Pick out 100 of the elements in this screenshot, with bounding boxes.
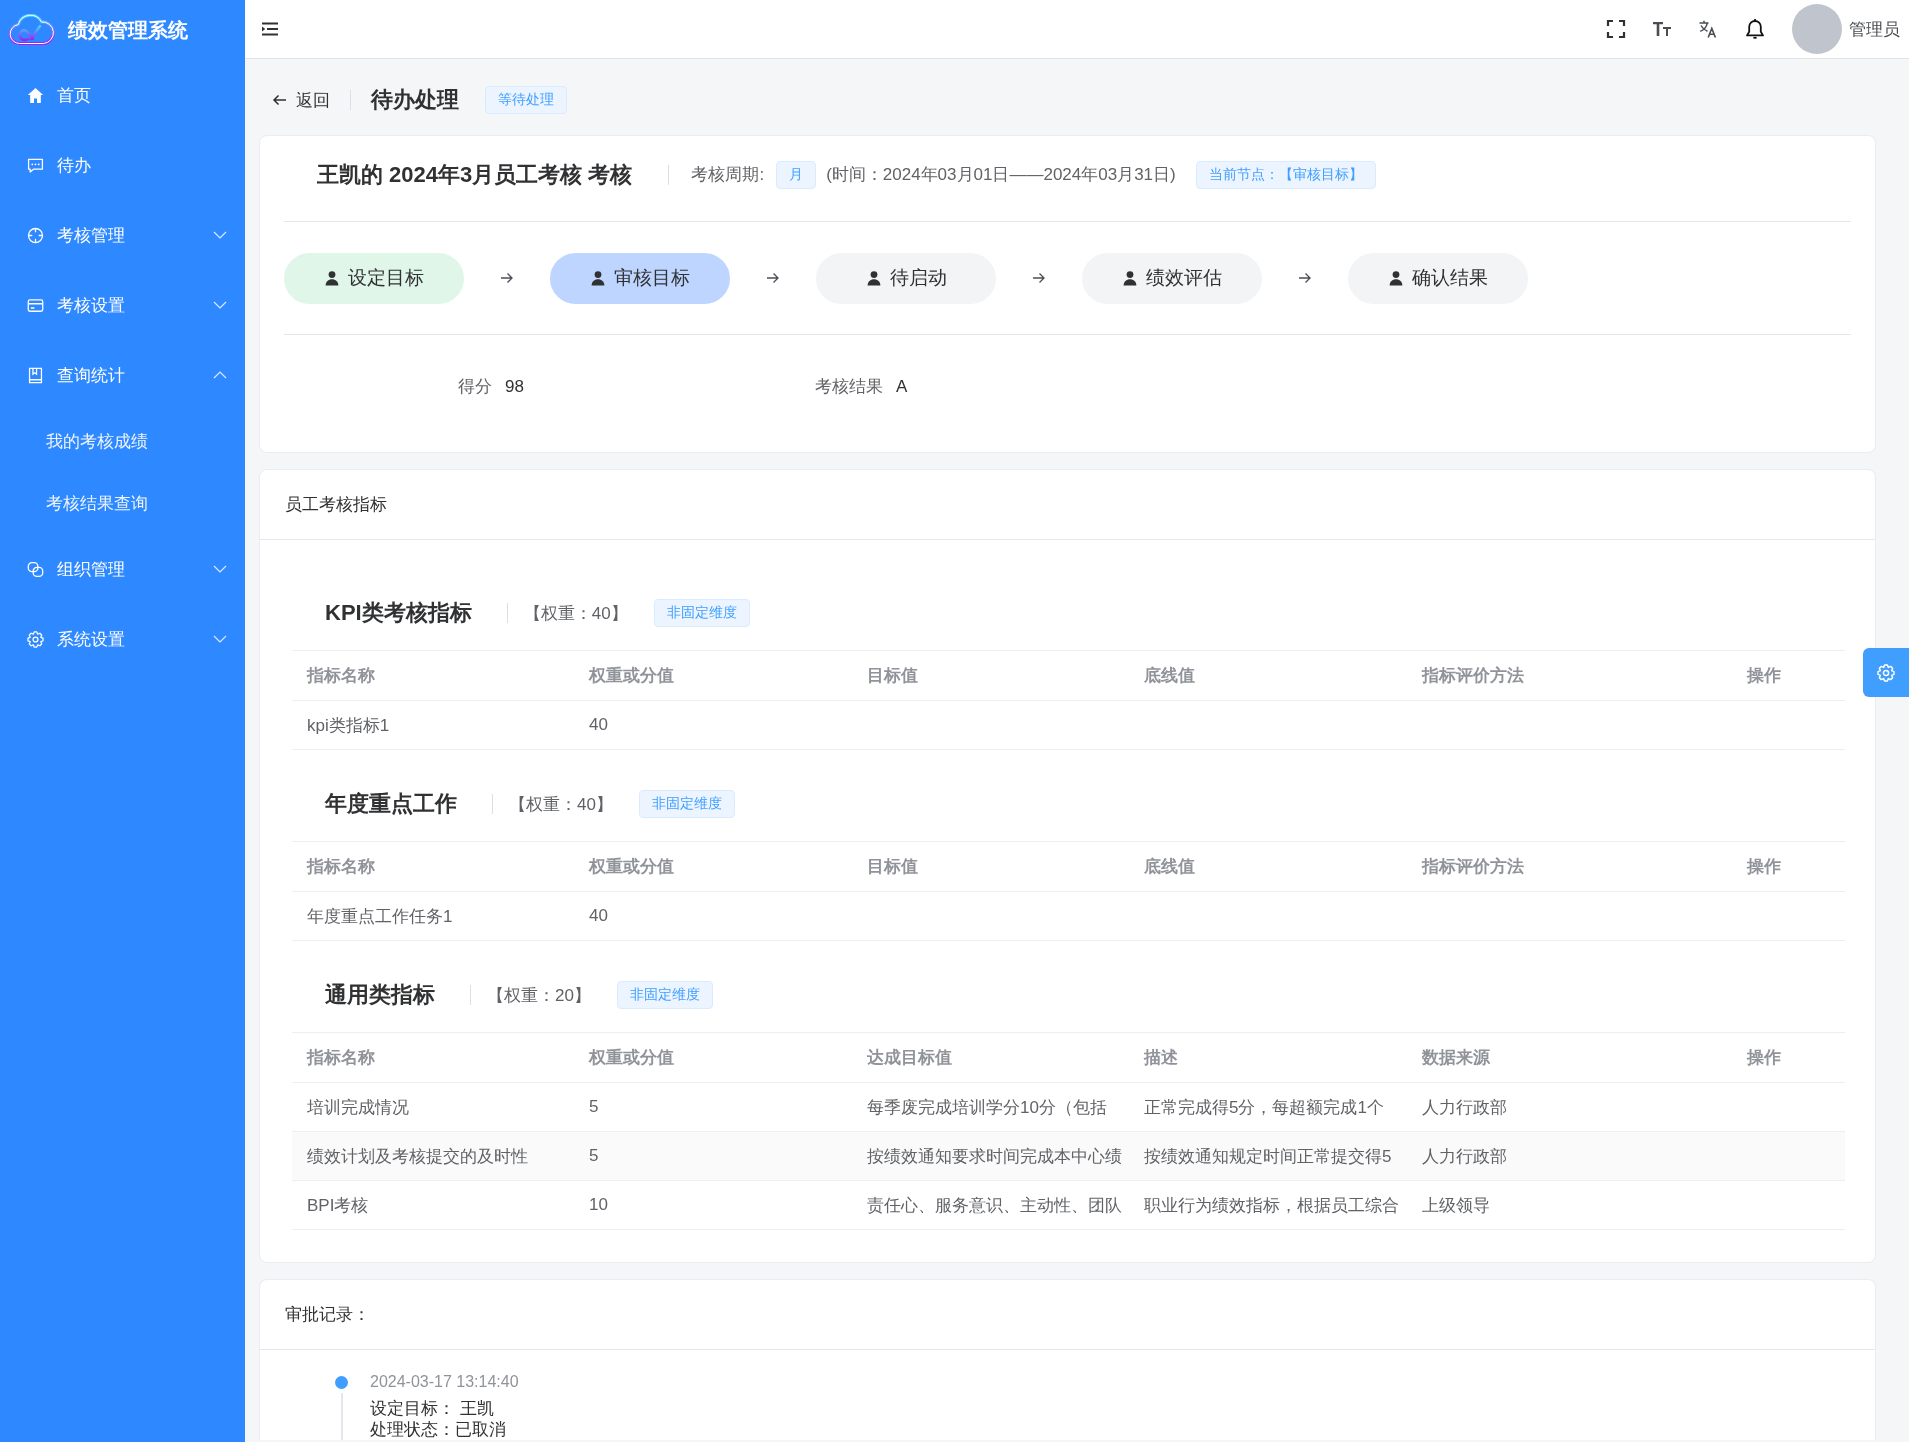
- card-title: 员工考核指标: [285, 494, 387, 516]
- time-range-text: (时间：2024年03月01日——2024年03月31日): [826, 164, 1176, 186]
- section-title: 年度重点工作: [325, 790, 457, 818]
- field-label: 考核结果: [815, 376, 883, 398]
- status-tag: 等待处理: [485, 86, 567, 114]
- dimension-tag: 非固定维度: [638, 790, 735, 818]
- person-icon: [324, 270, 340, 286]
- weight-text: 【权重：40】: [523, 602, 628, 625]
- table-cell: 5: [589, 1097, 599, 1117]
- gear-icon: [27, 630, 44, 648]
- column-header: 操作: [1747, 665, 1781, 687]
- column-header: 指标名称: [307, 856, 375, 878]
- column-header: 指标评价方法: [1422, 665, 1524, 687]
- sidebar-subitem[interactable]: 考核结果查询: [0, 472, 245, 534]
- sidebar-item[interactable]: 组织管理: [0, 534, 245, 604]
- sidebar-item[interactable]: 查询统计: [0, 340, 245, 410]
- fullscreen-icon[interactable]: [1606, 19, 1626, 39]
- period-label: 考核周期:: [691, 164, 765, 186]
- column-header: 指标名称: [307, 1047, 375, 1069]
- table-cell-text: 职业行为绩效指标，根据员工综合: [1144, 1194, 1399, 1217]
- column-header: 底线值: [1144, 665, 1195, 687]
- home-icon: [27, 86, 44, 104]
- table-cell: 5: [589, 1146, 599, 1166]
- settings-button[interactable]: [1863, 648, 1909, 697]
- column-header: 指标评价方法: [1422, 856, 1524, 878]
- step-label: 绩效评估: [1146, 266, 1222, 290]
- column-header: 权重或分值: [589, 665, 674, 687]
- field-label: 得分: [458, 376, 492, 398]
- column-header: 指标名称: [307, 665, 375, 687]
- record-text: 处理状态：已取消: [370, 1419, 507, 1440]
- translate-icon[interactable]: [1698, 19, 1718, 39]
- arrow-right-icon: [1032, 272, 1046, 284]
- person-icon: [1122, 270, 1138, 286]
- back-arrow-icon: [272, 94, 287, 106]
- table-cell-text: 年度重点工作任务1: [307, 905, 453, 928]
- menu-icon[interactable]: [261, 20, 279, 38]
- table-cell-text: 绩效计划及考核提交的及时性: [307, 1145, 528, 1168]
- font-size-icon[interactable]: [1652, 19, 1672, 39]
- person-icon: [590, 270, 606, 286]
- column-header: 达成目标值: [867, 1047, 952, 1069]
- back-button[interactable]: 返回: [272, 88, 330, 112]
- sidebar-item[interactable]: 系统设置: [0, 604, 245, 674]
- table-cell-text: 人力行政部: [1422, 1145, 1507, 1168]
- record-text: 设定目标： 王凯: [370, 1398, 495, 1419]
- arrow-right-icon: [1298, 272, 1312, 284]
- user-menu[interactable]: 管理员: [1792, 4, 1900, 54]
- person-icon: [865, 270, 882, 286]
- sidebar-item[interactable]: 待办: [0, 130, 245, 200]
- sidebar-item[interactable]: 考核设置: [0, 270, 245, 340]
- table-cell-text: 人力行政部: [1422, 1096, 1507, 1119]
- column-header: 权重或分值: [589, 1047, 674, 1069]
- weight-text: 【权重：40】: [509, 793, 613, 816]
- table-cell: 40: [589, 715, 608, 735]
- step-label: 设定目标: [348, 266, 424, 290]
- book-icon: [27, 366, 44, 384]
- table-cell: 10: [589, 1195, 608, 1215]
- column-header: 目标值: [867, 665, 918, 687]
- card-title: 审批记录：: [285, 1304, 370, 1326]
- weight-text: 【权重：20】: [487, 984, 591, 1007]
- table-cell-text: BPI考核: [307, 1194, 369, 1217]
- table-cell: 40: [589, 906, 608, 926]
- column-header: 底线值: [1144, 856, 1195, 878]
- page-title: 待办处理: [371, 86, 459, 114]
- cloud-logo-icon: [7, 14, 55, 46]
- table-cell-text: 按绩效通知要求时间完成本中心绩: [867, 1145, 1122, 1168]
- step-label: 待启动: [889, 266, 947, 290]
- table-cell-text: 正常完成得5分，每超额完成1个: [1144, 1096, 1384, 1119]
- table-cell-text: 培训完成情况: [307, 1096, 409, 1119]
- arrow-right-icon: [500, 272, 514, 284]
- dimension-tag: 非固定维度: [653, 599, 750, 627]
- person-icon: [1388, 270, 1404, 286]
- link-icon: [27, 560, 44, 578]
- table-cell-text: 责任心、服务意识、主动性、团队: [867, 1194, 1122, 1217]
- record-time: 2024-03-17 13:14:40: [370, 1372, 519, 1392]
- app-title: 绩效管理系统: [68, 17, 188, 43]
- sidebar-subitem[interactable]: 我的考核成绩: [0, 410, 245, 472]
- settings-icon: [1877, 663, 1895, 682]
- step-label: 确认结果: [1412, 266, 1488, 290]
- field-value: A: [896, 376, 908, 398]
- section-title: KPI类考核指标: [325, 599, 472, 627]
- crosshair-icon: [27, 226, 44, 244]
- current-node-tag: 当前节点：【审核目标】: [1195, 160, 1376, 189]
- section-title: 通用类指标: [325, 981, 435, 1009]
- column-header: 操作: [1747, 856, 1781, 878]
- table-cell-text: kpi类指标1: [307, 714, 390, 737]
- table-cell-text: 每季废完成培训学分10分（包括: [867, 1096, 1107, 1119]
- sidebar-item[interactable]: 首页: [0, 60, 245, 130]
- step-label: 审核目标: [614, 266, 690, 290]
- column-header: 数据来源: [1422, 1047, 1490, 1069]
- bell-icon[interactable]: [1744, 18, 1766, 40]
- card-icon: [27, 296, 44, 314]
- table-cell-text: 按绩效通知规定时间正常提交得5: [1144, 1145, 1392, 1168]
- sidebar-item[interactable]: 考核管理: [0, 200, 245, 270]
- chat-icon: [27, 156, 44, 174]
- dimension-tag: 非固定维度: [616, 981, 713, 1009]
- avatar-icon: [1792, 4, 1842, 54]
- column-header: 权重或分值: [589, 856, 674, 878]
- column-header: 目标值: [867, 856, 918, 878]
- timeline-dot-icon: [335, 1376, 348, 1389]
- column-header: 描述: [1144, 1047, 1178, 1069]
